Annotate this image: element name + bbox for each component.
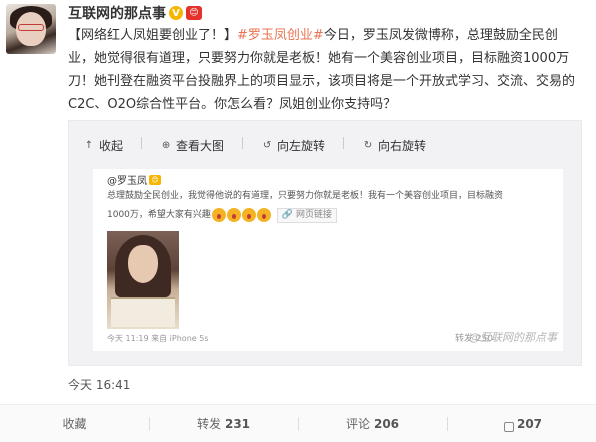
emoji-icon [256,207,271,222]
post-title: 【网络红人凤姐要创业了！】 [68,28,238,43]
rotate-right-icon: ↻ [363,140,373,151]
repost-button[interactable]: 转发 231 [149,405,298,442]
comment-button[interactable]: 评论 206 [298,405,447,442]
author-name[interactable]: 互联网的那点事 [68,3,166,23]
retweet-username: @罗玉凤 [107,176,147,187]
action-bar: 收藏 转发 231 评论 206 207 [0,405,596,442]
retweet-text-line2: 1000万，希望大家有兴趣 🔗 网页链接 [107,206,547,225]
verified-badge-icon: V [169,6,183,20]
retweet-user: @罗玉凤 😊 [107,172,161,187]
weibo-post-card: 互联网的那点事 V 😊 【网络红人凤姐要创业了！】#罗玉凤创业#今日，罗玉凤发微… [0,0,596,442]
user-avatar[interactable] [6,4,56,54]
level-badge-icon: 😊 [186,6,202,20]
emoji-icon [226,207,241,222]
media-embed: ↑ 收起 ⊕ 查看大图 ↺ 向左旋转 ↻ 向右旋转 @罗玉凤 😊 总理鼓励全民创… [68,120,582,366]
weblink: 🔗 网页链接 [276,208,338,223]
favorite-label: 收藏 [62,417,87,431]
favorite-button[interactable]: 收藏 [0,405,149,442]
zoom-icon: ⊕ [161,140,171,151]
view-large-label: 查看大图 [176,139,225,153]
image-watermark: @互联网的那点事 [469,331,557,344]
rotate-left-button[interactable]: ↺ 向左旋转 [261,137,325,154]
retweet-text: 总理鼓励全民创业，我觉得他说的有道理，只要努力你就是老板！我有一个美容创业项目，… [107,187,547,225]
retweet-meta: 今天 11:19 来自 iPhone 5s [107,334,209,343]
comment-label: 评论 [345,417,370,431]
emoji-icon [241,207,256,222]
rotate-right-button[interactable]: ↻ 向右旋转 [362,137,426,154]
rotate-right-label: 向右旋转 [378,139,427,153]
post-author[interactable]: 互联网的那点事 V 😊 [68,3,202,23]
rotate-left-icon: ↺ [262,140,272,151]
toolbar-divider [141,137,143,149]
retweet-image[interactable]: @罗玉凤 😊 总理鼓励全民创业，我觉得他说的有道理，只要努力你就是老板！我有一个… [93,169,563,351]
retweet-photo [107,231,179,329]
embed-toolbar: ↑ 收起 ⊕ 查看大图 ↺ 向左旋转 ↻ 向右旋转 [83,137,426,154]
thumbs-up-icon [501,418,514,432]
like-button[interactable]: 207 [447,405,596,442]
topic-link[interactable]: #罗玉凤创业# [237,28,324,43]
collapse-icon: ↑ [84,140,94,151]
post-time[interactable]: 今天 16:41 [68,376,130,393]
like-count: 207 [516,416,543,431]
comment-count: 206 [373,416,400,431]
toolbar-divider [242,137,244,149]
retweet-text-line1: 总理鼓励全民创业，我觉得他说的有道理，只要努力你就是老板！我有一个美容创业项目，… [107,191,504,201]
emoji-icon [211,207,226,222]
retweet-badge-icon: 😊 [149,174,161,185]
retweet-text-line2-text: 1000万，希望大家有兴趣 [107,210,211,220]
repost-label: 转发 [196,417,221,431]
collapse-label: 收起 [99,139,124,153]
repost-count: 231 [224,416,251,431]
post-text: 【网络红人凤姐要创业了！】#罗玉凤创业#今日，罗玉凤发微博称，总理鼓励全民创业，… [68,24,582,116]
toolbar-divider [343,137,345,149]
link-icon: 🔗 [281,210,294,220]
collapse-button[interactable]: ↑ 收起 [83,137,123,154]
rotate-left-label: 向左旋转 [277,139,326,153]
weblink-label: 网页链接 [296,210,333,220]
view-large-button[interactable]: ⊕ 查看大图 [160,137,224,154]
